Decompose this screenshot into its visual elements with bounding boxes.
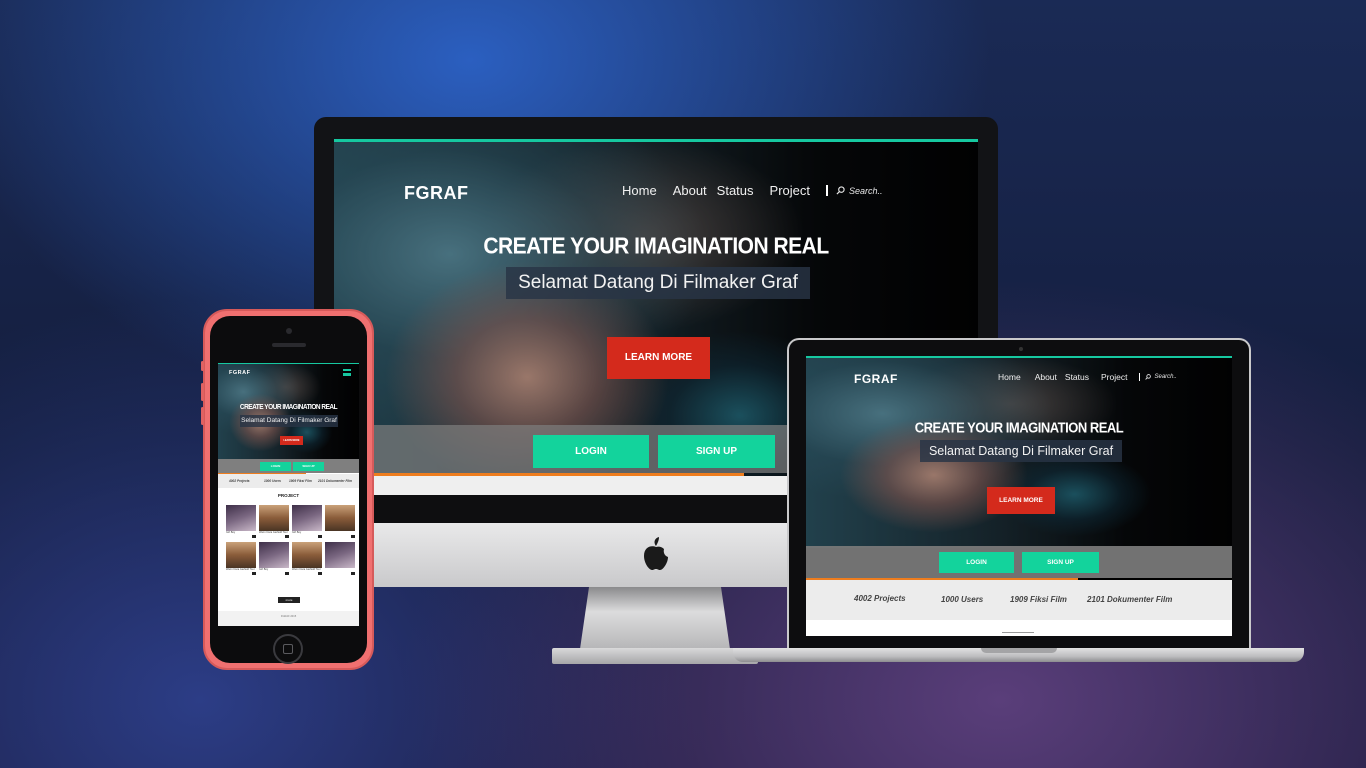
project-card[interactable]: Warm Dara Garfield Tour: [292, 542, 322, 576]
main-nav: Home About Status Project Search..: [622, 183, 883, 198]
project-thumbnail: [259, 542, 289, 568]
stats-bar: 4002 Projects 1000 Users 1909 Fiksi Film…: [806, 580, 1232, 620]
laptop-camera: [1019, 347, 1023, 351]
project-card[interactable]: Girl Boy: [226, 505, 256, 539]
stat-dokumenter-film: 2101 Dokumenter Film: [1087, 595, 1173, 604]
hero-title: CREATE YOUR IMAGINATION REAL: [239, 403, 338, 412]
apple-logo-icon: [644, 537, 668, 570]
nav-separator: [1139, 373, 1141, 381]
nav-home[interactable]: Home: [998, 372, 1021, 382]
project-heading: PROJECT: [277, 493, 300, 498]
stat-dokumenter-film: 2101 Dokumenter Film: [318, 479, 353, 483]
footer-text: FGRAF 2015: [280, 615, 297, 618]
laptop-device: FGRAF Home About Status Project Search..…: [787, 338, 1251, 650]
nav-about[interactable]: About: [1035, 372, 1057, 382]
stat-projects: 4002 Projects: [229, 479, 250, 483]
top-accent-line: [806, 356, 1232, 358]
top-accent-line: [334, 139, 978, 142]
nav-project[interactable]: Project: [770, 183, 810, 198]
project-card[interactable]: [325, 505, 355, 539]
phone-device: FGRAF CREATE YOUR IMAGINATION REAL Selam…: [201, 309, 374, 670]
project-card-button[interactable]: [318, 535, 322, 538]
project-card-button[interactable]: [252, 572, 256, 575]
main-nav: Home About Status Project Search..: [998, 372, 1177, 382]
project-thumbnail: [292, 542, 322, 568]
login-button[interactable]: LOGIN: [939, 552, 1014, 573]
search-placeholder: Search..: [1154, 374, 1177, 380]
login-button[interactable]: LOGIN: [260, 462, 291, 471]
learn-more-button[interactable]: LEARN MORE: [987, 487, 1055, 514]
project-card-button[interactable]: [351, 535, 355, 538]
stat-projects: 4002 Projects: [854, 594, 906, 603]
project-card-button[interactable]: [285, 535, 289, 538]
signup-button[interactable]: SIGN UP: [1022, 552, 1099, 573]
project-card[interactable]: [325, 542, 355, 576]
nav-project[interactable]: Project: [1101, 372, 1127, 382]
stat-users: 1000 Users: [941, 595, 984, 604]
project-card[interactable]: Girl Boy: [259, 542, 289, 576]
stat-fiksi-film: 1909 Fiksi Film: [289, 479, 312, 483]
home-button[interactable]: [273, 634, 303, 664]
phone-face: FGRAF CREATE YOUR IMAGINATION REAL Selam…: [210, 316, 367, 664]
top-accent-line: [218, 363, 359, 364]
project-thumbnail: [259, 505, 289, 531]
stat-fiksi-film: 1909 Fiksi Film: [1010, 595, 1067, 604]
project-thumbnail: [292, 505, 322, 531]
hero-subtitle: Selamat Datang Di Filmaker Graf: [240, 415, 338, 427]
project-card-button[interactable]: [318, 572, 322, 575]
site-logo[interactable]: FGRAF: [404, 183, 469, 204]
hero-subtitle: Selamat Datang Di Filmaker Graf: [920, 440, 1122, 462]
signup-button[interactable]: SIGN UP: [658, 435, 775, 468]
hero-title: CREATE YOUR IMAGINATION REAL: [914, 419, 1124, 436]
learn-more-button[interactable]: LEARN MORE: [607, 337, 710, 379]
project-thumbnail: [325, 542, 355, 568]
project-card[interactable]: Girl Boy: [292, 505, 322, 539]
project-card-button[interactable]: [252, 535, 256, 538]
project-card-button[interactable]: [351, 572, 355, 575]
project-card-button[interactable]: [285, 572, 289, 575]
nav-status[interactable]: Status: [1065, 372, 1089, 382]
search-input[interactable]: Search..: [836, 186, 883, 196]
project-card[interactable]: Warm Dara Garfield Tour: [259, 505, 289, 539]
site-logo[interactable]: FGRAF: [229, 370, 250, 376]
nav-status[interactable]: Status: [717, 183, 754, 198]
auth-band: [806, 546, 1232, 578]
footer: FGRAF 2015: [218, 611, 359, 626]
hero-title: CREATE YOUR IMAGINATION REAL: [483, 233, 829, 260]
phone-screen: FGRAF CREATE YOUR IMAGINATION REAL Selam…: [218, 363, 359, 626]
stat-users: 1000 Users: [264, 479, 281, 483]
phone-camera: [286, 328, 292, 334]
search-placeholder: Search..: [849, 185, 883, 196]
search-icon: [836, 186, 845, 195]
project-thumbnail: [325, 505, 355, 531]
imac-stand-foot: [552, 648, 758, 664]
phone-speaker: [272, 343, 306, 347]
nav-separator: [826, 185, 828, 196]
project-grid: Girl Boy Warm Dara Garfield Tour Girl Bo…: [226, 505, 355, 576]
search-icon: [1145, 374, 1152, 380]
laptop-screen: FGRAF Home About Status Project Search..…: [806, 356, 1232, 636]
project-card[interactable]: Warm Dara Garfield Tour: [226, 542, 256, 576]
stats-bar: 4002 Projects 1000 Users 1909 Fiksi Film…: [218, 474, 359, 488]
project-thumbnail: [226, 542, 256, 568]
signup-button[interactable]: SIGN UP: [293, 462, 324, 471]
learn-more-button[interactable]: LEARN MORE: [280, 436, 303, 445]
nav-about[interactable]: About: [673, 183, 707, 198]
more-projects-button[interactable]: more: [278, 597, 300, 603]
site-logo[interactable]: FGRAF: [854, 372, 898, 386]
hamburger-menu-icon[interactable]: [343, 369, 351, 376]
hero-subtitle: Selamat Datang Di Filmaker Graf: [506, 267, 810, 299]
project-thumbnail: [226, 505, 256, 531]
laptop-base: [733, 648, 1304, 662]
project-heading-underline: [1002, 632, 1034, 633]
search-input[interactable]: Search..: [1145, 374, 1177, 380]
nav-home[interactable]: Home: [622, 183, 657, 198]
login-button[interactable]: LOGIN: [533, 435, 649, 468]
imac-stand: [580, 587, 730, 649]
